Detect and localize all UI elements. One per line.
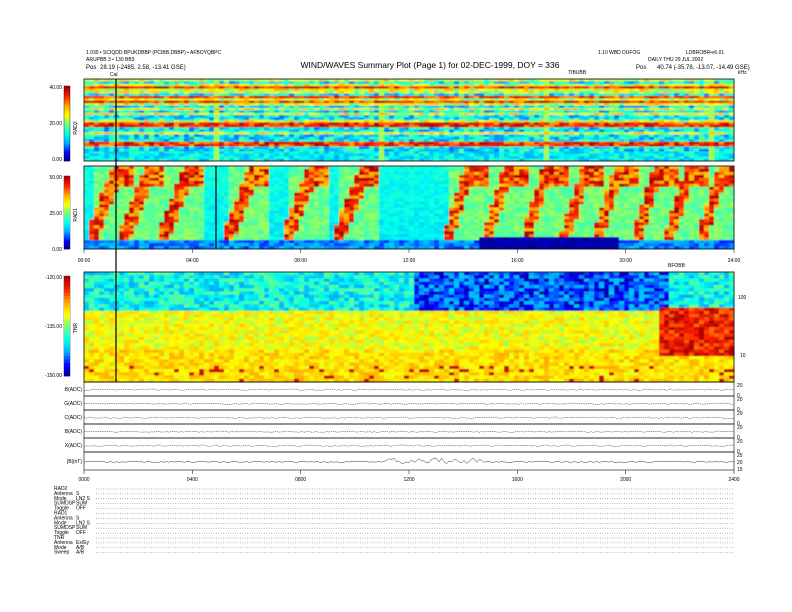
cal-label: Cal <box>110 72 118 78</box>
header-left-pos-label: Pos <box>86 65 96 71</box>
ts-xtick-label: 2000 <box>620 477 631 483</box>
ts-panel-frame <box>83 395 735 411</box>
ts-right-tick: 20 <box>737 425 743 431</box>
footer-key: Sweep <box>54 550 70 556</box>
header-right-pos-value: 40.74 (-35.78, -13.07, -14.49 GSE) <box>657 65 750 71</box>
ts-panel-frame <box>83 451 735 471</box>
ts-panel-label: |B|(nT) <box>67 459 82 465</box>
footer-parameters: RAD2Antenna SMode LN2 SSUMDSP SUMToggle OFFR… <box>54 486 734 556</box>
rad1-xtick-label: 24:00 <box>728 258 741 264</box>
footer-value: OFF <box>76 506 86 512</box>
ts-xtick-label: 2400 <box>728 477 739 483</box>
ts-panel-label: G(ADC) <box>64 401 82 407</box>
ts-xtick-label: 1600 <box>512 477 523 483</box>
rad1-xtick-label: 00:00 <box>78 258 91 264</box>
rad1-ylabel: RAD1 <box>73 208 79 222</box>
summary-plot: WIND/WAVES Summary Plot (Page 1) for 02-… <box>45 50 750 556</box>
ts-xtick-label: 1200 <box>403 477 414 483</box>
rad1-xtick-label: 20:00 <box>619 258 632 264</box>
rad1-ytick-0: 50.00 <box>49 175 62 181</box>
ts-right-tick: 20 <box>737 439 743 445</box>
header-left-pos-value: 28.19 (-2485, 2.58, -13.41 GSE) <box>100 65 186 71</box>
ts-right-tick: 20 <box>737 383 743 389</box>
header-right-line3: DAILY THU 29 JUL 2002 <box>648 57 703 63</box>
rad2-ytick-0: 40.00 <box>49 85 62 91</box>
rad1-panel: 50.00 25.00 0.00 RAD1 00:00 04:00 08:00 12:… <box>49 165 741 264</box>
ts-trace <box>84 388 735 391</box>
ts-panel-frame <box>83 437 735 453</box>
ts-trace <box>83 457 735 465</box>
header-left-line2: ARUPBB 3 • 130 BB3 <box>86 57 135 63</box>
ts-trace <box>83 430 735 433</box>
tnr-ytick-2: -150.00 <box>45 373 62 379</box>
ts-trace <box>83 402 735 405</box>
header-right-pos-label: Pos <box>636 65 646 71</box>
ts-right-tick: 20 <box>737 460 743 466</box>
rad1-ytick-2: 0.00 <box>52 247 62 253</box>
ts-xtick-label: 0800 <box>295 477 306 483</box>
tnr-ytick-1: -135.00 <box>45 324 62 330</box>
header-right-line1: 1.10 WBD DUFOG <box>598 50 640 56</box>
header-left-line1: 1.030 • SCIQDD.BPUKDBBP (PCIBB.DBBP) • A… <box>86 50 222 56</box>
ts-right-tick: 25 <box>737 453 743 459</box>
ts-right-tick: 20 <box>737 411 743 417</box>
ts-xtick-label: 0000 <box>78 477 89 483</box>
ts-xtick-label: 0400 <box>187 477 198 483</box>
ts-panel-frame <box>83 381 735 397</box>
rad2-panel: 40.00 20.00 0.00 RAD2 <box>49 78 735 163</box>
ts-trace <box>83 444 735 447</box>
ts-right-tick: 15 <box>737 467 743 473</box>
ts-panel-label: X(ADC) <box>65 443 83 449</box>
rad1-xtick-label: 08:00 <box>294 258 307 264</box>
rad2-right-tag: TIBUBB <box>568 70 587 76</box>
header-right-line2: LDBROBR•v6.01 <box>686 50 724 56</box>
rad1-xtick-label: 12:00 <box>403 258 416 264</box>
tnr-rtick-1: 10 <box>740 353 746 359</box>
tnr-ytick-0: -120.00 <box>45 275 62 281</box>
ts-panel-frame <box>83 423 735 439</box>
ts-panel-label: B(ADC) <box>65 429 83 435</box>
ts-panel-label: C(ADC) <box>65 415 83 421</box>
ts-trace <box>83 416 735 419</box>
rad2-ytick-2: 0.00 <box>52 157 62 163</box>
tnr-rtick-0: 100 <box>738 295 747 301</box>
rad1-xtick-label: 04:00 <box>186 258 199 264</box>
rad1-xtick-label: 16:00 <box>511 258 524 264</box>
plot-title: WIND/WAVES Summary Plot (Page 1) for 02-… <box>301 60 560 70</box>
time-series-panels: B(ADC)200G(ADC)200C(ADC)200B(ADC)200X(AD… <box>64 381 743 473</box>
rad2-ylabel: RAD2 <box>73 121 79 135</box>
footer-value: A/B <box>76 550 85 556</box>
units-right: kHz <box>738 70 747 76</box>
rad1-ytick-1: 25.00 <box>49 211 62 217</box>
ts-right-tick: 20 <box>737 397 743 403</box>
tnr-ylabel: TNR <box>73 322 79 333</box>
ts-panel-label: B(ADC) <box>65 387 83 393</box>
rad2-ytick-1: 20.00 <box>49 121 62 127</box>
rad1-right-tag: BFOBB <box>668 263 686 269</box>
tnr-panel: -120.00 -135.00 -150.00 TNR 100 10 <box>45 271 747 383</box>
footer-value: OFF <box>76 530 86 536</box>
